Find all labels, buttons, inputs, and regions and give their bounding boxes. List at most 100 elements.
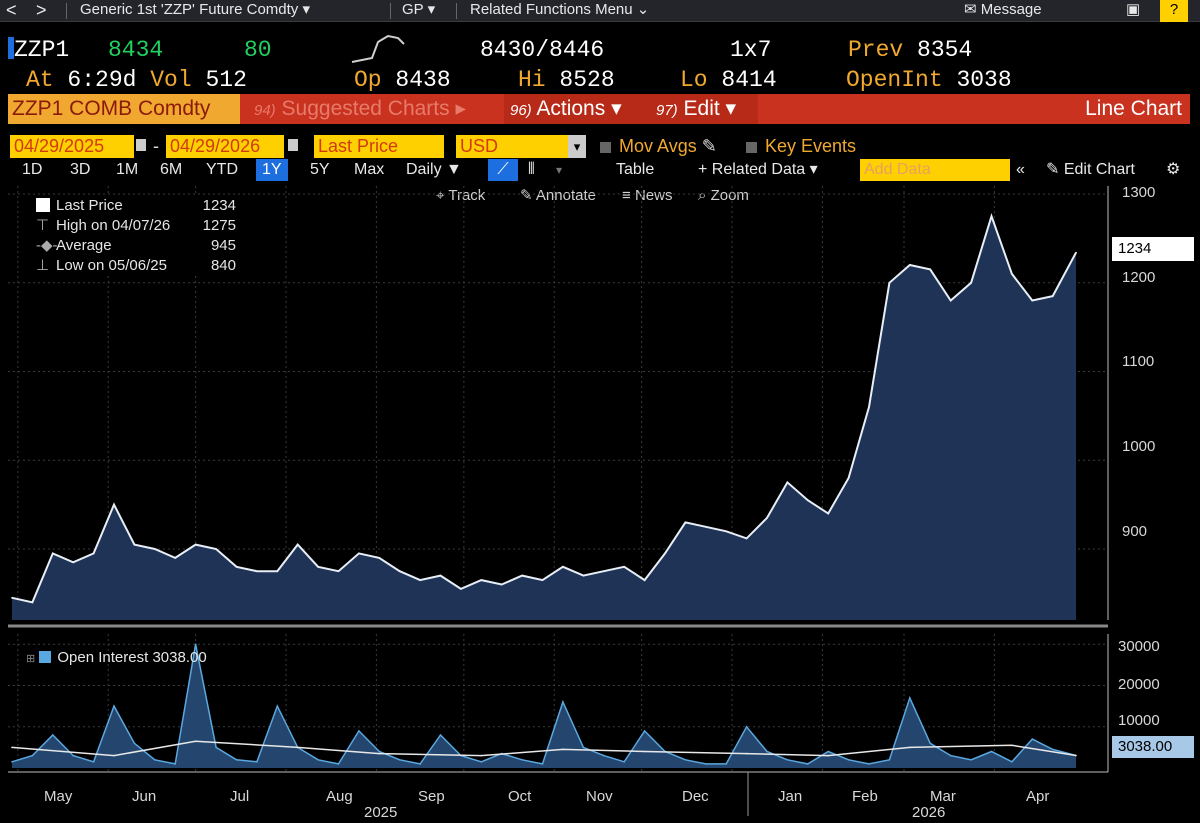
- oi-point: [133, 742, 136, 745]
- price-point: [582, 574, 585, 577]
- oi-average-point: [1075, 754, 1077, 757]
- oi-point: [419, 763, 421, 765]
- price-point: [276, 570, 279, 572]
- oi-point: [31, 754, 34, 757]
- price-point: [317, 566, 319, 568]
- price-point: [1075, 251, 1077, 254]
- price-point: [337, 570, 340, 572]
- oi-point: [949, 754, 952, 757]
- price-point: [705, 526, 707, 528]
- oi-average-point: [1011, 744, 1013, 747]
- expand-icon[interactable]: ⊞: [26, 653, 35, 665]
- oi-point: [705, 763, 707, 765]
- price-point: [378, 557, 381, 559]
- oi-point: [215, 746, 217, 749]
- oi-legend: ⊞ Open Interest 3038.00: [26, 649, 207, 666]
- year-label: 2025: [364, 804, 398, 821]
- oi-average-point: [480, 754, 483, 757]
- oi-point: [827, 750, 829, 753]
- price-point: [684, 521, 687, 524]
- price-point: [847, 477, 850, 479]
- oi-point: [970, 759, 972, 761]
- price-tick: 1100: [1122, 353, 1155, 370]
- oi-point: [725, 763, 727, 765]
- oi-point: [745, 726, 748, 728]
- price-point: [929, 268, 931, 271]
- legend-avg-label: Average: [56, 237, 112, 254]
- price-point: [745, 537, 748, 540]
- oi-point: [113, 705, 115, 707]
- price-tick: 1000: [1122, 438, 1156, 455]
- price-and-oi-chart[interactable]: [0, 0, 1200, 823]
- month-label: Dec: [682, 788, 709, 805]
- legend-avg-value: 945: [210, 237, 236, 254]
- oi-point: [807, 763, 809, 765]
- price-point: [541, 579, 544, 581]
- oi-point: [52, 734, 54, 736]
- price-point: [92, 552, 95, 555]
- current-oi-tag: 3038.00: [1112, 736, 1194, 758]
- oi-legend-label: Open Interest 3038.00: [57, 649, 207, 666]
- legend-high-value: 1275: [202, 217, 236, 234]
- oi-point: [92, 761, 95, 763]
- legend-high-label: High on 04/07/26: [56, 217, 171, 234]
- price-point: [72, 561, 74, 564]
- month-label: Sep: [418, 788, 445, 805]
- price-point: [419, 579, 421, 581]
- oi-tick: 30000: [1118, 638, 1160, 655]
- price-point: [725, 530, 727, 533]
- price-point: [664, 552, 666, 555]
- price-point: [52, 552, 54, 555]
- legend-low-label: Low on 05/06/25: [56, 257, 167, 274]
- oi-average-point: [113, 754, 115, 757]
- price-point: [623, 566, 625, 568]
- oi-point: [276, 705, 279, 707]
- price-point: [154, 548, 156, 550]
- price-point: [949, 299, 952, 302]
- oi-point: [1031, 738, 1034, 740]
- price-point: [174, 557, 176, 559]
- price-point: [194, 543, 197, 546]
- price-point: [766, 517, 768, 519]
- oi-point: [541, 763, 544, 765]
- oi-swatch: [39, 651, 52, 663]
- average-marker-icon: -◆-: [36, 237, 58, 254]
- last-price-swatch: [36, 198, 50, 212]
- price-point: [970, 282, 972, 284]
- month-label: Oct: [508, 788, 532, 805]
- price-point: [1051, 295, 1054, 297]
- price-point: [296, 543, 299, 546]
- oi-point: [317, 759, 319, 761]
- price-tick: 900: [1122, 523, 1148, 540]
- price-area: [12, 216, 1076, 620]
- oi-point: [1011, 761, 1013, 763]
- legend-last: Last Price 1234: [22, 196, 240, 216]
- price-point: [807, 499, 809, 502]
- oi-point: [847, 759, 850, 761]
- price-tick: 1200: [1122, 269, 1156, 286]
- price-point: [521, 574, 523, 577]
- oi-point: [154, 759, 156, 761]
- month-label: Aug: [326, 788, 353, 805]
- oi-point: [439, 734, 442, 736]
- price-point: [1031, 299, 1034, 302]
- month-label: Jan: [778, 788, 803, 805]
- oi-point: [480, 761, 483, 763]
- price-point: [215, 548, 217, 550]
- price-point: [562, 566, 564, 568]
- month-label: Mar: [930, 788, 956, 805]
- oi-point: [909, 697, 911, 699]
- legend-last-value: 1234: [202, 197, 236, 214]
- current-price-tag: 1234: [1112, 237, 1194, 261]
- price-point: [235, 566, 238, 568]
- price-legend: Last Price 1234 ⊤ High on 04/07/26 1275 …: [22, 196, 240, 276]
- oi-point: [929, 742, 931, 745]
- price-point: [500, 583, 503, 586]
- oi-tick: 20000: [1118, 676, 1160, 693]
- oi-average-point: [909, 746, 911, 749]
- month-label: Nov: [586, 788, 613, 805]
- price-point: [256, 570, 258, 572]
- month-label: May: [44, 788, 73, 805]
- price-point: [398, 570, 401, 572]
- price-point: [868, 406, 870, 408]
